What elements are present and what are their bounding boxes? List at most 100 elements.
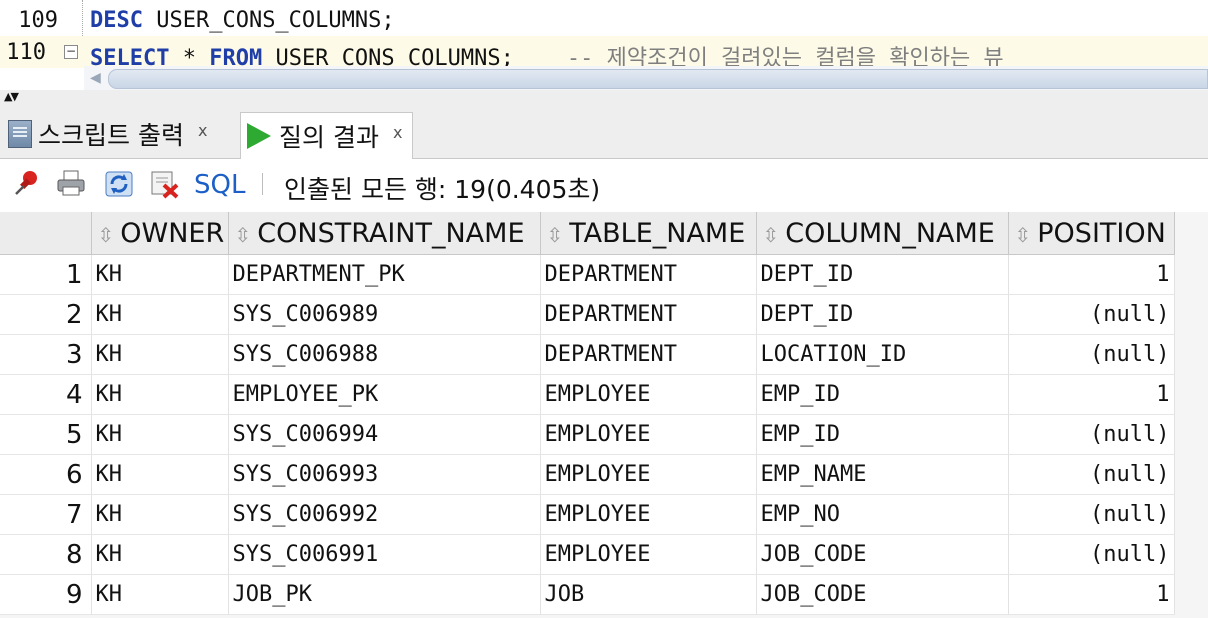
- table-cell[interactable]: EMPLOYEE: [540, 534, 757, 575]
- row-number[interactable]: 6: [0, 454, 92, 495]
- column-header-column-name[interactable]: ⇳ COLUMN_NAME: [756, 212, 1009, 255]
- table-row[interactable]: 6 KH SYS_C006993 EMPLOYEE EMP_NAME (null): [0, 454, 1175, 495]
- cell-position[interactable]: 1: [1008, 574, 1175, 615]
- close-icon[interactable]: x: [393, 123, 402, 142]
- table-row[interactable]: 8 KH SYS_C006991 EMPLOYEE JOB_CODE (null): [0, 534, 1175, 575]
- table-cell[interactable]: DEPARTMENT: [540, 334, 757, 375]
- sql-identifier: USER_CONS_COLUMNS;: [142, 8, 395, 33]
- sql-button[interactable]: SQL: [194, 170, 245, 200]
- close-icon[interactable]: x: [198, 121, 207, 140]
- result-grid[interactable]: ⇳ OWNER ⇳ CONSTRAINT_NAME ⇳ TABLE_NAME ⇳ COL…: [0, 212, 1208, 618]
- cell-position[interactable]: (null): [1008, 534, 1175, 575]
- delete-icon[interactable]: [150, 169, 180, 199]
- table-cell[interactable]: SYS_C006991: [228, 534, 541, 575]
- cell-position[interactable]: (null): [1008, 494, 1175, 535]
- table-cell[interactable]: DEPARTMENT_PK: [228, 254, 541, 295]
- refresh-icon[interactable]: [104, 169, 134, 199]
- sort-icon[interactable]: ⇳: [547, 223, 564, 247]
- table-row[interactable]: 7 KH SYS_C006992 EMPLOYEE EMP_NO (null): [0, 494, 1175, 535]
- table-cell[interactable]: EMPLOYEE: [540, 374, 757, 415]
- scrollbar-thumb[interactable]: [108, 69, 1208, 89]
- table-cell[interactable]: KH: [91, 534, 229, 575]
- table-cell[interactable]: LOCATION_ID: [756, 334, 1009, 375]
- table-row[interactable]: 2 KH SYS_C006989 DEPARTMENT DEPT_ID (null): [0, 294, 1175, 335]
- table-cell[interactable]: EMPLOYEE: [540, 414, 757, 455]
- table-row[interactable]: 1 KH DEPARTMENT_PK DEPARTMENT DEPT_ID 1: [0, 254, 1175, 295]
- cell-position[interactable]: (null): [1008, 334, 1175, 375]
- column-header-owner[interactable]: ⇳ OWNER: [91, 212, 229, 255]
- table-cell[interactable]: EMPLOYEE: [540, 454, 757, 495]
- column-header-table-name[interactable]: ⇳ TABLE_NAME: [540, 212, 757, 255]
- cell-position[interactable]: (null): [1008, 294, 1175, 335]
- table-cell[interactable]: JOB_CODE: [756, 534, 1009, 575]
- row-number[interactable]: 7: [0, 494, 92, 535]
- cell-position[interactable]: 1: [1008, 254, 1175, 295]
- table-cell[interactable]: KH: [91, 494, 229, 535]
- table-cell[interactable]: EMPLOYEE: [540, 494, 757, 535]
- sort-icon[interactable]: ⇳: [1015, 223, 1032, 247]
- row-number[interactable]: 3: [0, 334, 92, 375]
- tab-query-result[interactable]: 질의 결과 x: [240, 112, 414, 159]
- fold-icon[interactable]: −: [64, 45, 78, 59]
- sort-icon[interactable]: ⇳: [98, 223, 115, 247]
- table-cell[interactable]: EMP_ID: [756, 414, 1009, 455]
- table-cell[interactable]: SYS_C006988: [228, 334, 541, 375]
- table-cell[interactable]: JOB_PK: [228, 574, 541, 615]
- row-number[interactable]: 4: [0, 374, 92, 415]
- row-number[interactable]: 9: [0, 574, 92, 615]
- table-cell[interactable]: SYS_C006992: [228, 494, 541, 535]
- column-header-position[interactable]: ⇳ POSITION: [1008, 212, 1175, 255]
- editor-line-current[interactable]: 110 − SELECT * FROM USER_CONS_COLUMNS; -…: [0, 36, 1208, 71]
- table-cell[interactable]: DEPARTMENT: [540, 294, 757, 335]
- result-table: ⇳ OWNER ⇳ CONSTRAINT_NAME ⇳ TABLE_NAME ⇳ COL…: [0, 212, 1175, 615]
- splitter-arrows-icon[interactable]: ▲▼: [4, 91, 19, 102]
- table-row[interactable]: 4 KH EMPLOYEE_PK EMPLOYEE EMP_ID 1: [0, 374, 1175, 415]
- table-cell[interactable]: KH: [91, 574, 229, 615]
- editor-line[interactable]: 109 DESC USER_CONS_COLUMNS;: [0, 4, 1208, 36]
- column-header-constraint-name[interactable]: ⇳ CONSTRAINT_NAME: [228, 212, 541, 255]
- table-cell[interactable]: KH: [91, 374, 229, 415]
- table-cell[interactable]: SYS_C006993: [228, 454, 541, 495]
- table-cell[interactable]: KH: [91, 334, 229, 375]
- table-row[interactable]: 3 KH SYS_C006988 DEPARTMENT LOCATION_ID (null…: [0, 334, 1175, 375]
- sql-editor[interactable]: 109 DESC USER_CONS_COLUMNS; 110 − SELECT…: [0, 0, 1208, 71]
- table-cell[interactable]: JOB: [540, 574, 757, 615]
- table-cell[interactable]: DEPT_ID: [756, 254, 1009, 295]
- row-number[interactable]: 5: [0, 414, 92, 455]
- table-cell[interactable]: SYS_C006989: [228, 294, 541, 335]
- cell-position[interactable]: 1: [1008, 374, 1175, 415]
- row-number[interactable]: 2: [0, 294, 92, 335]
- editor-horizontal-scrollbar[interactable]: ◀: [84, 66, 1208, 90]
- scroll-left-icon[interactable]: ◀: [90, 70, 101, 86]
- tab-label: 질의 결과: [279, 123, 379, 152]
- pin-icon[interactable]: [12, 169, 40, 197]
- row-number[interactable]: 8: [0, 534, 92, 575]
- sort-icon[interactable]: ⇳: [235, 223, 252, 247]
- table-row[interactable]: 5 KH SYS_C006994 EMPLOYEE EMP_ID (null): [0, 414, 1175, 455]
- code-text[interactable]: DESC USER_CONS_COLUMNS;: [90, 8, 395, 33]
- table-cell[interactable]: SYS_C006994: [228, 414, 541, 455]
- table-cell[interactable]: KH: [91, 454, 229, 495]
- table-cell[interactable]: EMP_NAME: [756, 454, 1009, 495]
- row-number-header[interactable]: [0, 212, 92, 255]
- table-cell[interactable]: KH: [91, 414, 229, 455]
- header-row: ⇳ OWNER ⇳ CONSTRAINT_NAME ⇳ TABLE_NAME ⇳ COL…: [0, 212, 1175, 255]
- table-cell[interactable]: DEPT_ID: [756, 294, 1009, 335]
- toolbar-separator: [262, 173, 263, 195]
- pane-splitter[interactable]: ▲▼: [0, 90, 1208, 104]
- tab-script-output[interactable]: 스크립트 출력 x: [8, 112, 207, 156]
- table-cell[interactable]: JOB_CODE: [756, 574, 1009, 615]
- table-cell[interactable]: EMP_ID: [756, 374, 1009, 415]
- script-output-icon: [8, 120, 32, 148]
- table-cell[interactable]: DEPARTMENT: [540, 254, 757, 295]
- table-cell[interactable]: EMP_NO: [756, 494, 1009, 535]
- table-cell[interactable]: KH: [91, 294, 229, 335]
- cell-position[interactable]: (null): [1008, 454, 1175, 495]
- row-number[interactable]: 1: [0, 254, 92, 295]
- table-cell[interactable]: EMPLOYEE_PK: [228, 374, 541, 415]
- sort-icon[interactable]: ⇳: [763, 223, 780, 247]
- table-row[interactable]: 9 KH JOB_PK JOB JOB_CODE 1: [0, 574, 1175, 615]
- print-icon[interactable]: [56, 169, 86, 197]
- table-cell[interactable]: KH: [91, 254, 229, 295]
- cell-position[interactable]: (null): [1008, 414, 1175, 455]
